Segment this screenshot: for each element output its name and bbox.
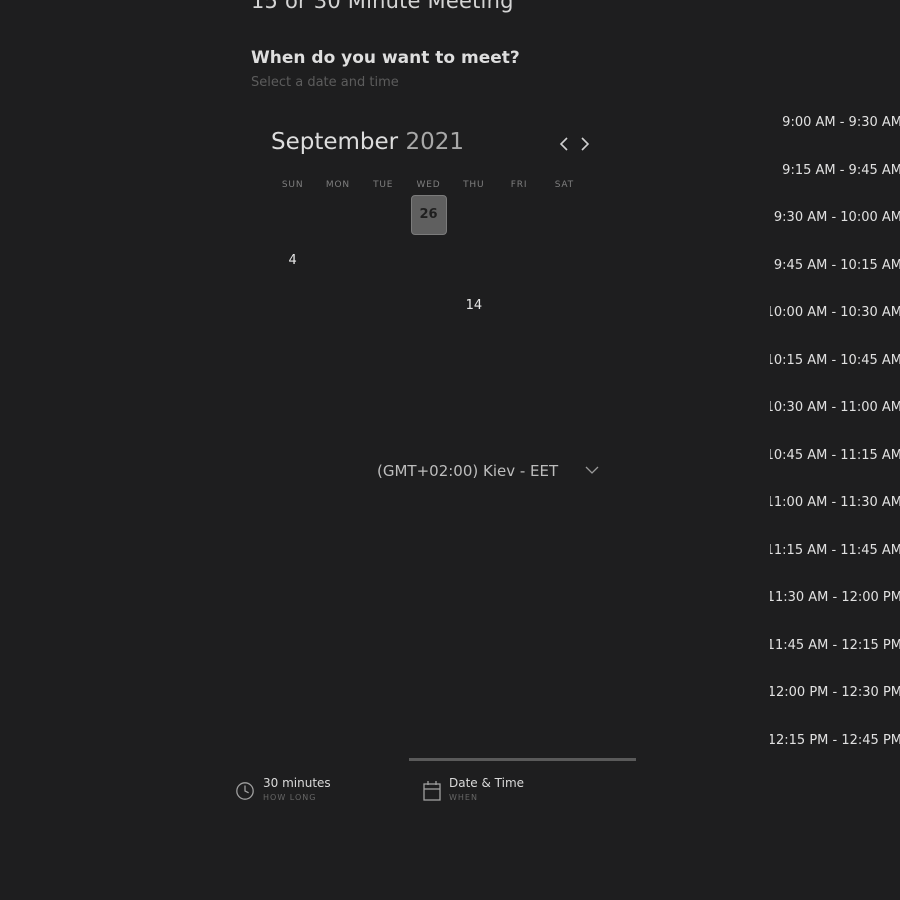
calendar-day: [406, 283, 451, 329]
calendar-day: [406, 329, 451, 375]
calendar-day: [270, 283, 315, 329]
calendar-day: [496, 374, 541, 420]
calendar-month: September: [271, 129, 399, 155]
time-slot-button[interactable]: 9:00 AM - 9:30 AM: [770, 112, 900, 160]
calendar-icon: [423, 781, 441, 801]
step-duration[interactable]: 30 minutes HOW LONG: [232, 758, 402, 818]
calendar-day: [496, 238, 541, 284]
time-slot-label: 12:15 PM - 12:45 PM: [770, 732, 900, 748]
calendar-day-selected[interactable]: 26: [406, 192, 451, 238]
step-sublabel: HOW LONG: [263, 793, 317, 802]
calendar-day: [542, 329, 587, 375]
calendar-day: [270, 192, 315, 238]
time-slot-label: 11:15 AM - 11:45 AM: [770, 542, 900, 558]
calendar-month-title: September 2021: [271, 129, 464, 155]
time-slot-button[interactable]: 9:30 AM - 10:00 AM: [770, 207, 900, 255]
weekday-label: TUE: [373, 180, 394, 190]
calendar-day: [406, 238, 451, 284]
calendar-day: [361, 329, 406, 375]
section-heading: When do you want to meet?: [251, 48, 520, 68]
time-slot-button[interactable]: 11:45 AM - 12:15 PM: [770, 635, 900, 683]
step-label: Date & Time: [449, 776, 525, 790]
time-slot-label: 12:00 PM - 12:30 PM: [770, 685, 900, 700]
time-slot-list: 9:00 AM - 9:30 AM 9:15 AM - 9:45 AM 9:30 A…: [770, 112, 900, 777]
calendar-day: [361, 374, 406, 420]
calendar-day-available[interactable]: 4: [270, 238, 315, 284]
calendar-day: [361, 283, 406, 329]
weekday-label: SAT: [554, 180, 574, 190]
step-date-time[interactable]: Date & Time WHEN: [409, 758, 636, 818]
time-slot-button[interactable]: 11:30 AM - 12:00 PM: [770, 587, 900, 635]
section-subheading: Select a date and time: [251, 75, 399, 90]
chevron-left-icon: [559, 137, 568, 151]
calendar-day: [542, 192, 587, 238]
time-slot-label: 9:30 AM - 10:00 AM: [773, 210, 900, 225]
time-slot-label: 10:00 AM - 10:30 AM: [770, 305, 900, 320]
calendar-day: [451, 374, 496, 420]
timezone-selector[interactable]: (GMT+02:00) Kiev - EET: [377, 460, 605, 482]
calendar-day: [542, 374, 587, 420]
calendar-day: [315, 192, 360, 238]
calendar-day: [496, 329, 541, 375]
booking-steps: 30 minutes HOW LONG Date & Time WHEN: [0, 758, 900, 818]
calendar-day: [270, 329, 315, 375]
clock-icon: [236, 782, 254, 800]
calendar-day: [406, 374, 451, 420]
time-slot-button[interactable]: 9:15 AM - 9:45 AM: [770, 160, 900, 208]
time-slot-label: 9:15 AM - 9:45 AM: [782, 162, 900, 178]
weekday-label: FRI: [510, 180, 528, 190]
step-label: 30 minutes: [263, 776, 331, 790]
calendar-day-available[interactable]: 14: [451, 283, 496, 329]
chevron-down-icon: [585, 466, 599, 474]
time-slot-label: 11:30 AM - 12:00 PM: [770, 590, 900, 605]
calendar-day: [315, 329, 360, 375]
calendar-day: [496, 283, 541, 329]
time-slot-label: 10:15 AM - 10:45 AM: [770, 352, 900, 368]
calendar-day: [542, 283, 587, 329]
chevron-right-icon: [581, 137, 590, 151]
selected-day-label: 26: [410, 194, 447, 235]
calendar-day: [315, 238, 360, 284]
time-slot-button[interactable]: 11:00 AM - 11:30 AM: [770, 492, 900, 540]
time-slot-label: 9:45 AM - 10:15 AM: [773, 257, 900, 273]
weekday-label: WED: [416, 180, 441, 190]
active-step-indicator: [409, 758, 636, 761]
calendar-day: [361, 238, 406, 284]
time-slot-label: 11:00 AM - 11:30 AM: [770, 495, 900, 510]
time-slot-label: 11:45 AM - 12:15 PM: [770, 637, 900, 653]
time-slot-label: 9:00 AM - 9:30 AM: [782, 115, 900, 130]
time-slot-button[interactable]: 10:00 AM - 10:30 AM: [770, 302, 900, 350]
calendar-day: [315, 374, 360, 420]
weekday-header: SUN MON TUE WED THU FRI SAT: [270, 180, 587, 190]
weekday-label: MON: [325, 180, 350, 190]
prev-month-button[interactable]: [555, 134, 573, 154]
next-month-button[interactable]: [576, 134, 594, 154]
time-slot-label: 10:30 AM - 11:00 AM: [770, 400, 900, 415]
time-slot-button[interactable]: 10:15 AM - 10:45 AM: [770, 350, 900, 398]
calendar-day: [496, 192, 541, 238]
weekday-label: SUN: [281, 180, 304, 190]
time-slot-button[interactable]: 12:00 PM - 12:30 PM: [770, 682, 900, 730]
calendar-day: [315, 283, 360, 329]
time-slot-label: 10:45 AM - 11:15 AM: [770, 447, 900, 463]
step-sublabel: WHEN: [449, 793, 478, 802]
time-slot-button[interactable]: 10:45 AM - 11:15 AM: [770, 445, 900, 493]
calendar-day: [270, 374, 315, 420]
calendar-grid: 26 4 14: [270, 192, 587, 420]
time-slot-button[interactable]: 11:15 AM - 11:45 AM: [770, 540, 900, 588]
time-slot-button[interactable]: 9:45 AM - 10:15 AM: [770, 255, 900, 303]
calendar-day: [361, 192, 406, 238]
calendar-day: [451, 192, 496, 238]
timezone-label: (GMT+02:00) Kiev - EET: [377, 462, 559, 480]
weekday-label: THU: [463, 180, 485, 190]
calendar-year: 2021: [405, 129, 464, 155]
calendar-day: [451, 329, 496, 375]
page-title: 15 or 30 Minute Meeting: [251, 0, 514, 13]
calendar-day: [542, 238, 587, 284]
time-slot-button[interactable]: 10:30 AM - 11:00 AM: [770, 397, 900, 445]
calendar-day: [451, 238, 496, 284]
